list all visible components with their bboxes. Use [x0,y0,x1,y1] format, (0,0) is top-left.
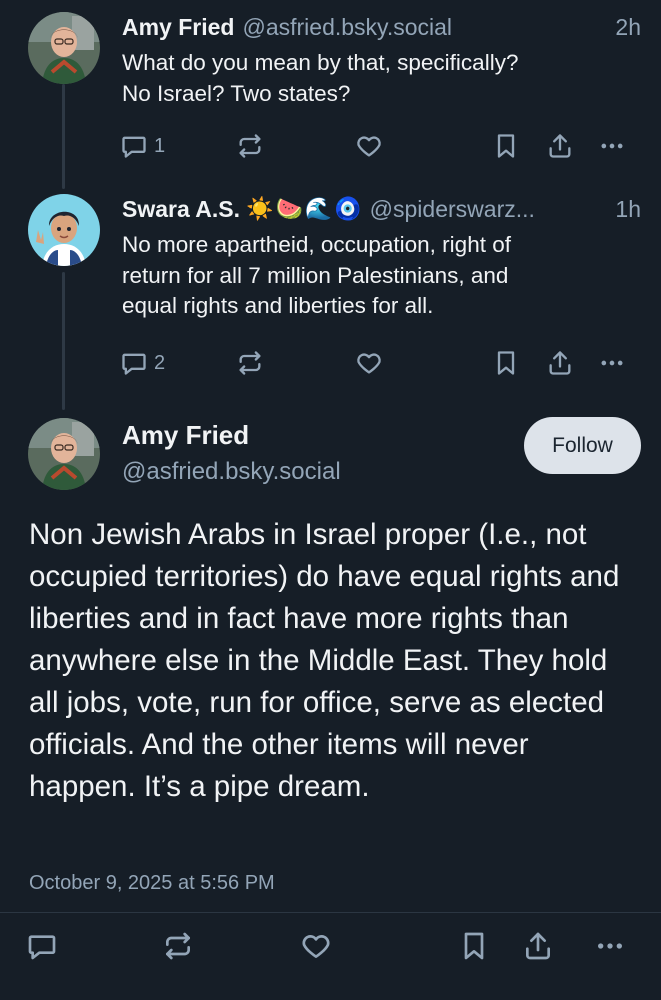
bookmark-button[interactable] [492,130,520,162]
ellipsis-icon [601,143,623,149]
share-button[interactable] [546,347,574,379]
avatar[interactable] [28,418,100,490]
avatar[interactable] [28,194,100,266]
more-options-button[interactable] [594,928,626,964]
divider [0,912,661,913]
share-upload-icon [526,932,550,960]
bookmark-icon [464,932,484,960]
reply-post[interactable]: Swara A.S. ☀️ 🍉 🌊 🧿 @spiderswarz... 1h N… [0,194,661,394]
reply-count: 2 [154,351,166,374]
bookmark-button[interactable] [458,928,490,964]
post-date[interactable]: October 9, 2025 at 5:56 PM [29,872,275,895]
repost-arrows-icon [166,932,190,960]
timestamp[interactable]: 1h [615,194,641,224]
handle[interactable]: @asfried.bsky.social [242,12,452,42]
post-text: What do you mean by that, specifically? … [122,50,519,106]
display-name[interactable]: Amy Fried [122,12,234,42]
heart-outline-icon [357,136,381,157]
bookmark-icon [497,351,515,375]
repost-button[interactable] [236,130,264,162]
reply-count: 1 [154,134,166,157]
like-button[interactable] [355,130,383,162]
post-actions: 1 [120,130,641,162]
handle[interactable]: @spiderswarz... [370,194,535,224]
share-upload-icon [549,134,571,158]
reply-post[interactable]: Amy Fried @asfried.bsky.social 2h What d… [0,12,661,182]
speech-bubble-icon [122,353,146,375]
reply-button[interactable] [26,928,58,964]
repost-button[interactable] [162,928,194,964]
timestamp[interactable]: 2h [615,12,641,42]
post-header: Swara A.S. ☀️ 🍉 🌊 🧿 @spiderswarz... 1h [122,194,641,224]
avatar[interactable] [28,12,100,84]
ellipsis-icon [601,360,623,366]
nazar-amulet-emoji: 🧿 [334,196,362,221]
more-options-button[interactable] [598,130,626,162]
post-actions: 2 [120,347,641,379]
handle[interactable]: @asfried.bsky.social [122,458,341,486]
sun-emoji: ☀️ [246,196,274,221]
like-button[interactable] [300,928,332,964]
reply-button[interactable]: 1 [120,130,165,162]
speech-bubble-icon [28,935,56,960]
heart-outline-icon [302,935,330,958]
post-actions [20,928,641,964]
repost-button[interactable] [236,347,264,379]
like-button[interactable] [355,347,383,379]
bookmark-button[interactable] [492,347,520,379]
follow-button[interactable]: Follow [524,417,641,474]
share-upload-icon [549,351,571,375]
more-options-button[interactable] [598,347,626,379]
heart-outline-icon [357,353,381,374]
repost-arrows-icon [239,134,261,158]
display-name[interactable]: Amy Fried [122,420,249,451]
reply-button[interactable]: 2 [120,347,165,379]
post-text: No more apartheid, occupation, right of … [122,232,511,318]
repost-arrows-icon [239,351,261,375]
ellipsis-icon [598,943,622,949]
wave-emoji: 🌊 [304,196,333,221]
watermelon-emoji: 🍉 [275,196,303,221]
speech-bubble-icon [122,136,146,158]
bookmark-icon [497,134,515,158]
display-name[interactable]: Swara A.S. [122,194,240,224]
post-text: Non Jewish Arabs in Israel proper (I.e.,… [29,518,620,803]
share-button[interactable] [546,130,574,162]
share-button[interactable] [522,928,554,964]
post-header: Amy Fried @asfried.bsky.social 2h [122,12,641,42]
